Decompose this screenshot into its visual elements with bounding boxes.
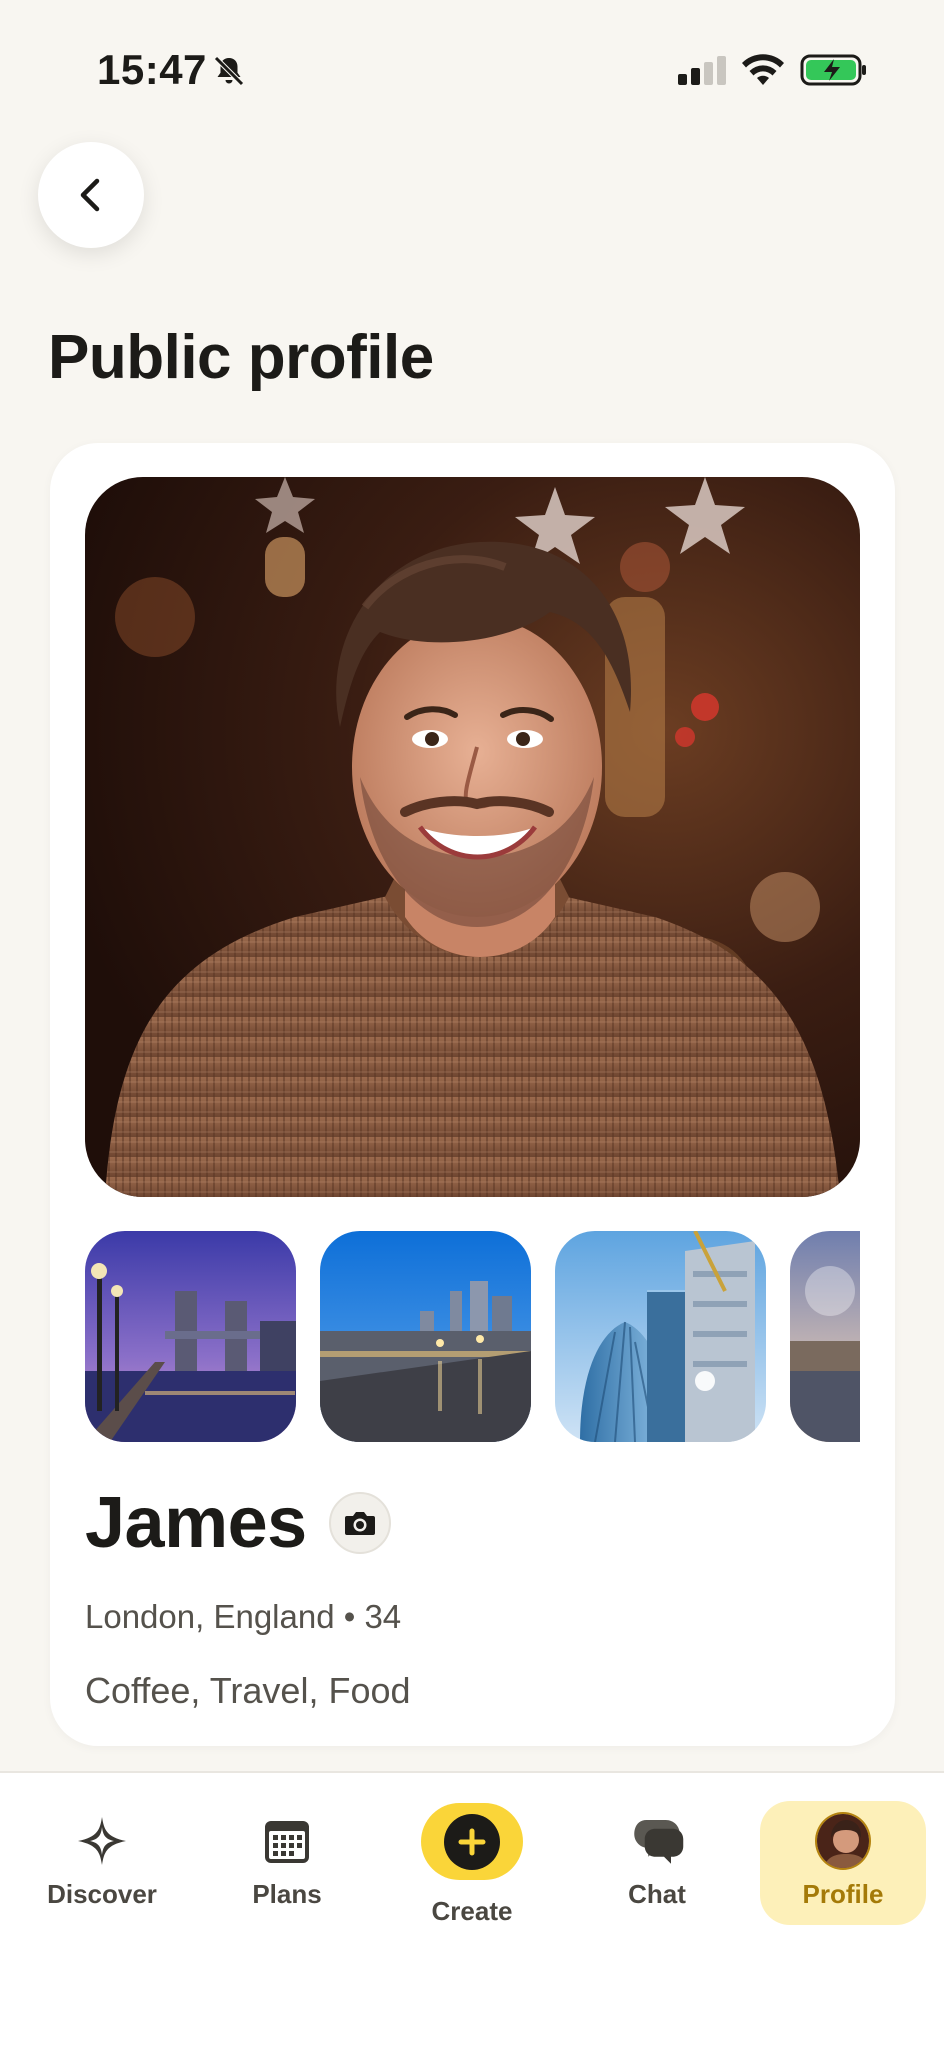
tab-profile[interactable]: Profile [760,1801,926,1925]
screen: 15:47 Public profile James London, Engla… [0,0,944,2048]
photo-gallery[interactable] [85,1231,860,1442]
tab-chat[interactable]: Chat [574,1801,740,1925]
chevron-left-icon [80,178,100,212]
create-button[interactable] [421,1803,523,1880]
tab-label: Chat [628,1879,686,1909]
back-button[interactable] [38,142,144,248]
profile-name: James [85,1483,307,1563]
tab-bar: Discover Plans Create Chat Profile [0,1771,944,2048]
wifi-icon [742,54,784,85]
sparkle-icon [74,1813,130,1869]
tab-label: Plans [252,1879,322,1909]
camera-button[interactable] [328,1492,391,1554]
page-title: Public profile [48,323,434,392]
calendar-icon [259,1813,315,1869]
gallery-photo[interactable] [555,1231,766,1442]
cellular-signal-icon [678,56,726,85]
profile-card: James London, England • 34 Coffee, Trave… [50,443,895,1746]
chat-bubbles-icon [629,1813,685,1869]
plus-circle-icon [444,1813,500,1870]
gallery-photo[interactable] [320,1231,531,1442]
tab-label: Profile [802,1879,884,1909]
profile-name-row: James [85,1483,391,1563]
tab-label: Discover [47,1879,157,1909]
tab-plans[interactable]: Plans [204,1801,370,1925]
gallery-photo[interactable] [85,1231,296,1442]
profile-main-photo[interactable] [85,477,860,1197]
bell-slash-icon [214,56,244,86]
battery-charging-icon [800,54,866,86]
avatar [815,1812,871,1870]
profile-interests: Coffee, Travel, Food [85,1670,411,1711]
camera-icon [344,1512,375,1535]
tab-create[interactable]: Create [389,1803,555,1927]
status-bar: 15:47 [0,40,944,100]
profile-location-age: London, England • 34 [85,1598,402,1635]
tab-discover[interactable]: Discover [19,1801,185,1925]
status-time: 15:47 [97,46,207,93]
gallery-photo[interactable] [790,1231,860,1442]
tab-label: Create [431,1896,513,1926]
